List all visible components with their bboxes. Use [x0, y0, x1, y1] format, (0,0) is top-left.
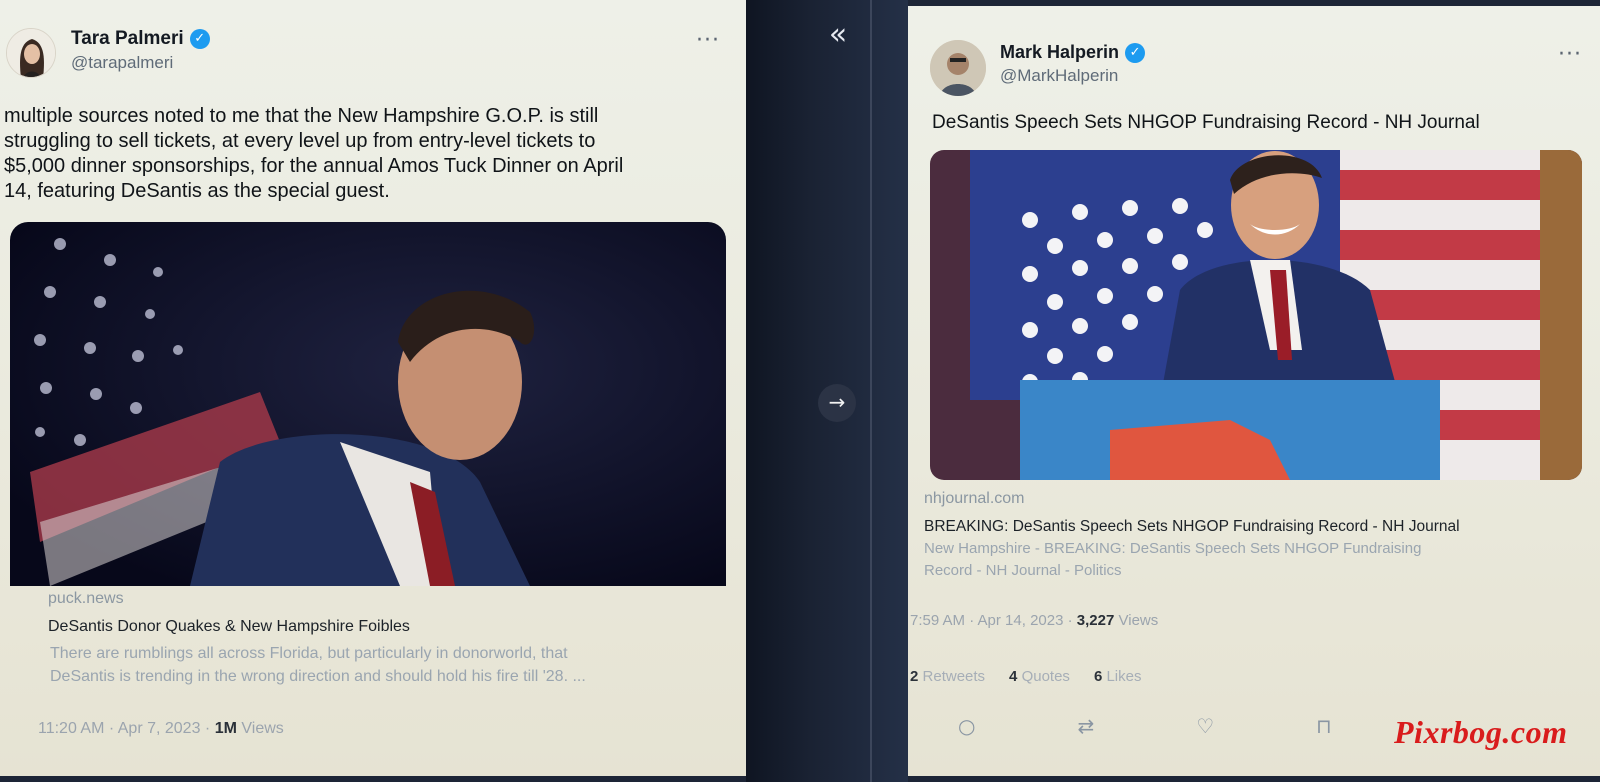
quotes-stat[interactable]: 4 Quotes — [1009, 668, 1070, 685]
quotes-label: Quotes — [1021, 668, 1070, 685]
like-icon[interactable]: ♡ — [1196, 714, 1214, 738]
likes-count: 6 — [1093, 668, 1103, 685]
collapse-icon[interactable]: « — [824, 20, 852, 50]
retweets-label: Retweets — [922, 668, 986, 685]
reply-icon[interactable]: ○ — [958, 714, 975, 738]
tweet-text: multiple sources noted to me that the Ne… — [4, 104, 623, 204]
avatar[interactable] — [6, 28, 56, 78]
tweet-action-bar: ○ ⇄ ♡ ⊓ — [958, 714, 1332, 738]
likes-label: Likes — [1106, 668, 1142, 685]
link-desc-line: New Hampshire - BREAKING: DeSantis Speec… — [924, 540, 1422, 557]
tweet-meta: 7:59 AM · Apr 14, 2023 · 3,227 Views — [910, 612, 1158, 629]
engagement-stats: 2 Retweets 4 Quotes 6 Likes — [910, 668, 1141, 685]
likes-stat[interactable]: 6 Likes — [1094, 668, 1142, 685]
author-block: Tara Palmeri ✓ @tarapalmeri — [71, 28, 210, 73]
tweet-right: Mark Halperin ✓ @MarkHalperin ··· DeSant… — [908, 6, 1600, 776]
retweet-icon[interactable]: ⇄ — [1077, 714, 1094, 738]
link-card-description: There are rumblings all across Florida, … — [50, 642, 586, 688]
retweets-stat[interactable]: 2 Retweets — [910, 668, 985, 685]
tweet-text-line: struggling to sell tickets, at every lev… — [4, 130, 596, 152]
tweet-text-line: $5,000 dinner sponsorships, for the annu… — [4, 155, 624, 177]
link-card-domain[interactable]: nhjournal.com — [924, 490, 1025, 508]
desantis-photo — [10, 222, 726, 586]
name-row: Mark Halperin ✓ — [1000, 42, 1146, 63]
verified-badge-icon: ✓ — [189, 29, 210, 49]
more-options-icon[interactable]: ··· — [696, 28, 720, 53]
tweet-text: DeSantis Speech Sets NHGOP Fundraising R… — [932, 112, 1480, 133]
more-options-icon[interactable]: ··· — [1558, 42, 1582, 67]
link-desc-line: There are rumblings all across Florida, … — [50, 645, 568, 662]
views-label: Views — [241, 720, 284, 737]
tweet-image[interactable] — [930, 150, 1582, 480]
name-row: Tara Palmeri ✓ — [71, 28, 210, 50]
avatar[interactable] — [930, 40, 986, 96]
views-count: 1M — [214, 720, 237, 737]
link-card-title[interactable]: BREAKING: DeSantis Speech Sets NHGOP Fun… — [924, 518, 1460, 536]
tweet-text-line: 14, featuring DeSantis as the special gu… — [4, 180, 390, 202]
quotes-count: 4 — [1009, 668, 1018, 685]
desantis-podium-photo — [930, 150, 1582, 480]
link-card-title[interactable]: DeSantis Donor Quakes & New Hampshire Fo… — [48, 618, 410, 636]
link-desc-line: DeSantis is trending in the wrong direct… — [50, 668, 586, 685]
views-label: Views — [1118, 612, 1159, 629]
timestamp[interactable]: 7:59 AM · Apr 14, 2023 · — [910, 612, 1073, 629]
next-arrow-icon[interactable]: → — [818, 384, 856, 422]
tweet-header: Mark Halperin ✓ @MarkHalperin — [930, 40, 1146, 96]
author-name[interactable]: Tara Palmeri — [71, 28, 184, 50]
verified-badge-icon: ✓ — [1125, 42, 1146, 63]
link-card-description: New Hampshire - BREAKING: DeSantis Speec… — [924, 538, 1421, 582]
link-desc-line: Record - NH Journal - Politics — [924, 562, 1122, 579]
author-handle[interactable]: @MarkHalperin — [1000, 66, 1145, 86]
divider-line — [870, 0, 872, 782]
timestamp[interactable]: 11:20 AM · Apr 7, 2023 · — [38, 720, 210, 737]
tweet-image[interactable] — [10, 222, 726, 586]
author-block: Mark Halperin ✓ @MarkHalperin — [1000, 42, 1146, 86]
author-handle[interactable]: @tarapalmeri — [71, 53, 210, 73]
tweet-header: Tara Palmeri ✓ @tarapalmeri — [6, 28, 210, 78]
link-card-domain[interactable]: puck.news — [48, 590, 124, 608]
retweets-count: 2 — [910, 668, 919, 685]
tweet-text-line: multiple sources noted to me that the Ne… — [4, 105, 599, 127]
tweet-meta: 11:20 AM · Apr 7, 2023 · 1M Views — [38, 720, 284, 738]
watermark: Pixrbog.com — [1394, 714, 1568, 750]
author-name[interactable]: Mark Halperin — [1000, 42, 1119, 63]
bookmark-icon[interactable]: ⊓ — [1316, 714, 1332, 738]
avatar-portrait — [7, 29, 55, 77]
views-count: 3,227 — [1076, 612, 1115, 629]
avatar-portrait — [930, 40, 986, 96]
tweet-left: Tara Palmeri ✓ @tarapalmeri ··· multiple… — [0, 0, 746, 776]
